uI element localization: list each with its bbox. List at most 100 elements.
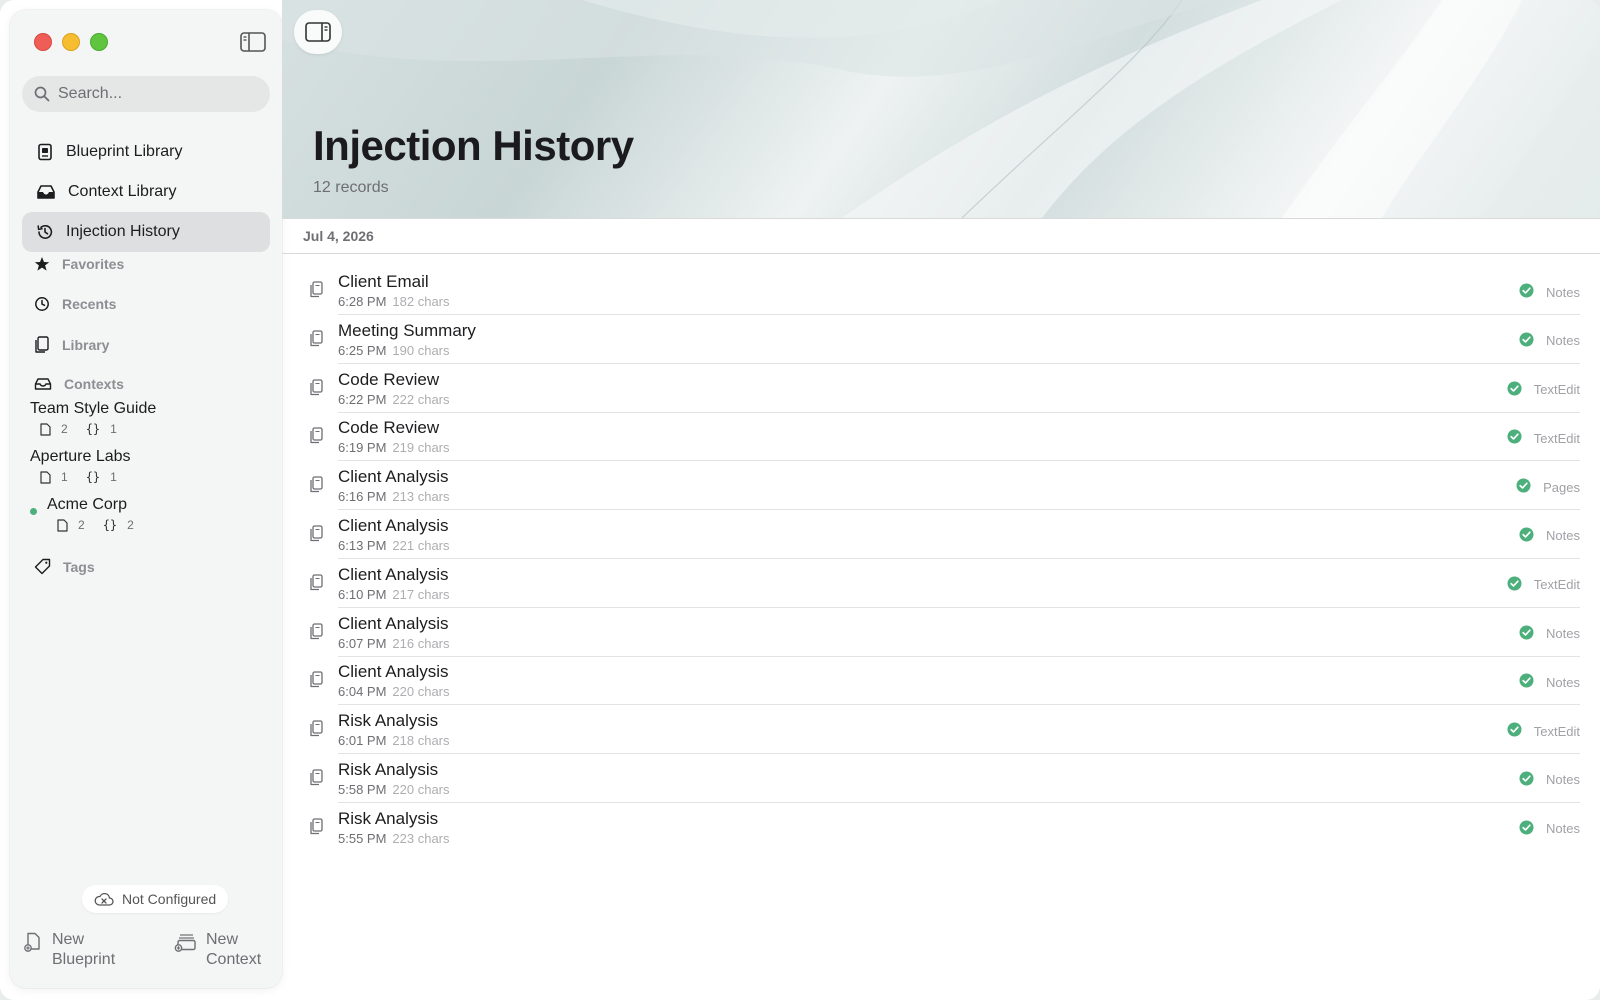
- history-row-content: Risk Analysis 6:01 PM 218 chars TextEdit: [338, 710, 1580, 755]
- documents-icon: [35, 336, 49, 353]
- variable-count: 1: [110, 470, 117, 484]
- context-meta: 2 {} 1: [40, 422, 156, 436]
- record-title: Client Analysis: [338, 467, 449, 487]
- document-icon: [57, 518, 68, 532]
- success-check-icon: [1519, 283, 1534, 301]
- sidebar: Blueprint Library Context Library Inject…: [10, 10, 282, 988]
- history-row[interactable]: Client Analysis 6:07 PM 216 chars Notes: [302, 609, 1580, 658]
- zoom-window-button[interactable]: [90, 33, 108, 51]
- history-row[interactable]: Code Review 6:19 PM 219 chars TextEdit: [302, 413, 1580, 462]
- new-context-button[interactable]: New Context: [174, 930, 261, 970]
- copied-document-icon: [309, 622, 323, 645]
- record-time: 6:13 PM: [338, 537, 387, 553]
- history-row[interactable]: Client Analysis 6:04 PM 220 chars Notes: [302, 657, 1580, 706]
- success-check-icon: [1507, 429, 1522, 447]
- context-name: Team Style Guide: [30, 400, 157, 417]
- record-title: Client Analysis: [338, 613, 449, 633]
- search-icon: [34, 86, 50, 102]
- success-check-icon: [1519, 332, 1534, 350]
- history-row-content: Client Analysis 6:04 PM 220 chars Notes: [338, 661, 1580, 706]
- success-check-icon: [1507, 381, 1522, 399]
- record-char-count: 222 chars: [392, 391, 450, 407]
- record-time: 6:25 PM: [338, 342, 387, 358]
- target-app: Notes: [1519, 673, 1580, 691]
- history-row[interactable]: Client Analysis 6:13 PM 221 chars Notes: [302, 511, 1580, 560]
- section-label: Recents: [62, 296, 117, 312]
- history-row[interactable]: Code Review 6:22 PM 222 chars TextEdit: [302, 365, 1580, 414]
- context-item-acme-corp[interactable]: Acme Corp 2 {} 2: [30, 496, 134, 532]
- context-name: Aperture Labs: [30, 448, 131, 465]
- sidebar-toggle-icon[interactable]: [240, 32, 266, 52]
- record-title: Risk Analysis: [338, 808, 439, 828]
- history-row[interactable]: Client Analysis 6:10 PM 217 chars TextEdit: [302, 560, 1580, 609]
- history-row-content: Meeting Summary 6:25 PM 190 chars Notes: [338, 320, 1580, 364]
- record-meta: 6:01 PM 218 chars: [338, 732, 1580, 750]
- document-count: 2: [78, 518, 85, 532]
- history-row[interactable]: Risk Analysis 6:01 PM 218 chars TextEdit: [302, 706, 1580, 755]
- section-label: Library: [62, 337, 110, 353]
- target-app-name: Notes: [1546, 674, 1580, 690]
- sidebar-item-blueprint-library[interactable]: Blueprint Library: [22, 132, 270, 172]
- record-meta: 6:22 PM 222 chars: [338, 391, 1580, 409]
- target-app-name: Notes: [1546, 626, 1580, 642]
- record-char-count: 217 chars: [392, 586, 450, 602]
- variable-count: 1: [110, 422, 117, 436]
- target-app-name: TextEdit: [1533, 723, 1580, 739]
- history-row-content: Client Analysis 6:16 PM 213 chars Pages: [338, 466, 1580, 511]
- target-app-name: TextEdit: [1533, 382, 1580, 398]
- history-row[interactable]: Client Analysis 6:16 PM 213 chars Pages: [302, 462, 1580, 511]
- history-row[interactable]: Risk Analysis 5:58 PM 220 chars Notes: [302, 755, 1580, 804]
- target-app: TextEdit: [1507, 576, 1580, 594]
- document-icon: [40, 422, 51, 436]
- blueprint-book-icon: [38, 143, 52, 161]
- record-title: Client Email: [338, 272, 429, 291]
- record-char-count: 216 chars: [392, 635, 450, 651]
- record-title: Risk Analysis: [338, 711, 439, 731]
- copied-document-icon: [309, 378, 323, 401]
- target-app: Notes: [1519, 820, 1580, 838]
- record-char-count: 221 chars: [392, 537, 450, 553]
- context-item-team-style-guide[interactable]: Team Style Guide 2 {} 1: [30, 400, 156, 436]
- section-contexts[interactable]: Contexts: [34, 376, 124, 392]
- record-meta: 6:04 PM 220 chars: [338, 683, 1580, 701]
- record-count: 12 records: [313, 179, 389, 196]
- minimize-window-button[interactable]: [62, 33, 80, 51]
- section-recents[interactable]: Recents: [34, 296, 116, 312]
- section-library[interactable]: Library: [34, 336, 109, 354]
- copied-document-icon: [309, 671, 323, 693]
- history-row[interactable]: Meeting Summary 6:25 PM 190 chars Notes: [302, 316, 1580, 365]
- history-row[interactable]: Client Email 6:28 PM 182 chars Notes: [302, 267, 1580, 316]
- section-favorites[interactable]: Favorites: [34, 256, 124, 272]
- sidebar-item-injection-history[interactable]: Injection History: [22, 212, 270, 252]
- record-title: Client Analysis: [338, 564, 449, 584]
- record-char-count: 190 chars: [392, 342, 450, 358]
- abstract-waves-background: [282, 0, 1600, 218]
- main-content: Injection History 12 records Jul 4, 2026…: [282, 0, 1600, 1000]
- sync-status-badge[interactable]: Not Configured: [82, 885, 229, 913]
- success-check-icon: [1519, 527, 1534, 545]
- search-field[interactable]: [22, 76, 270, 112]
- clock-icon: [35, 297, 49, 311]
- header-banner: Injection History 12 records: [282, 0, 1600, 218]
- search-input[interactable]: [58, 85, 258, 103]
- sidebar-item-context-library[interactable]: Context Library: [22, 172, 270, 212]
- history-row-content: Client Analysis 6:10 PM 217 chars TextEdit: [338, 564, 1580, 608]
- copied-document-icon: [309, 818, 323, 840]
- sidebar-nav: Blueprint Library Context Library Inject…: [22, 132, 270, 252]
- app-window: Blueprint Library Context Library Inject…: [0, 0, 1600, 1000]
- copied-document-icon: [309, 281, 323, 303]
- copied-document-icon: [309, 525, 323, 547]
- history-row[interactable]: Risk Analysis 5:55 PM 223 chars Notes: [302, 804, 1580, 853]
- record-meta: 6:28 PM 182 chars: [338, 293, 1580, 311]
- context-item-aperture-labs[interactable]: Aperture Labs 1 {} 1: [30, 448, 131, 484]
- history-row-content: Client Analysis 6:13 PM 221 chars Notes: [338, 515, 1580, 559]
- inspector-toggle-button[interactable]: [294, 10, 342, 54]
- window-controls: [34, 33, 108, 51]
- new-blueprint-button[interactable]: New Blueprint: [24, 930, 115, 970]
- record-meta: 5:55 PM 223 chars: [338, 830, 1580, 848]
- target-app: TextEdit: [1507, 429, 1580, 447]
- section-tags[interactable]: Tags: [34, 558, 95, 575]
- copied-document-icon: [309, 720, 323, 742]
- close-window-button[interactable]: [34, 33, 52, 51]
- record-meta: 6:10 PM 217 chars: [338, 586, 1580, 604]
